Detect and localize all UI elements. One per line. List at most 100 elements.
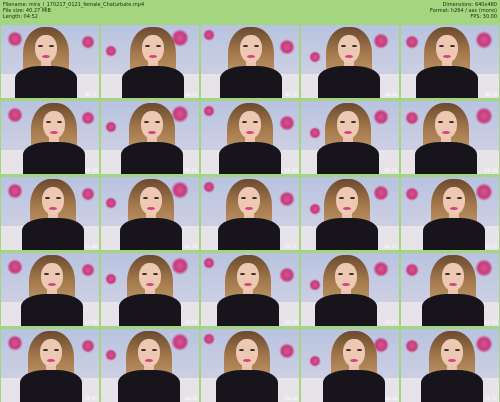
wallpaper-flower (81, 111, 95, 125)
face-shape (142, 35, 164, 63)
face-shape (338, 35, 360, 63)
eye-shape (351, 121, 356, 123)
eye-shape (152, 349, 157, 351)
timestamp-label: 04:05 (84, 396, 97, 401)
robe-shape (220, 66, 282, 98)
robe-shape (22, 218, 84, 250)
lips-shape (48, 283, 56, 286)
wallpaper-flower (309, 203, 321, 215)
wallpaper-flower (475, 107, 493, 125)
eye-shape (439, 45, 444, 47)
eye-shape (142, 273, 147, 275)
eye-shape (239, 349, 244, 351)
wallpaper-flower (279, 267, 295, 283)
video-thumbnail: 02:20 (101, 177, 199, 250)
face-shape (335, 263, 357, 291)
file-info-left: Filename: mira_l_170217_0121_female_Chat… (3, 2, 144, 20)
face-shape (41, 263, 63, 291)
face-shape (337, 111, 359, 139)
wallpaper-flower (105, 349, 117, 361)
lips-shape (147, 207, 155, 210)
wallpaper-flower (81, 187, 95, 201)
eye-shape (446, 197, 451, 199)
robe-shape (119, 294, 181, 326)
face-shape (442, 263, 464, 291)
eye-shape (141, 349, 146, 351)
timestamp-label: 02:43 (384, 244, 397, 249)
video-thumbnail: 03:30 (201, 253, 299, 326)
face-shape (443, 187, 465, 215)
wallpaper-flower (279, 191, 295, 207)
eye-shape (444, 349, 449, 351)
eye-shape (38, 45, 43, 47)
eye-shape (55, 273, 60, 275)
wallpaper-flower (81, 35, 95, 49)
lips-shape (345, 55, 353, 58)
eye-shape (57, 121, 62, 123)
eye-shape (445, 273, 450, 275)
wallpaper-flower (373, 185, 389, 201)
wallpaper-flower (171, 181, 189, 199)
wallpaper-flower (475, 31, 493, 49)
lips-shape (47, 359, 55, 362)
timestamp-label: 03:30 (284, 320, 297, 325)
robe-shape (23, 142, 85, 174)
eye-shape (54, 349, 59, 351)
robe-shape (316, 218, 378, 250)
robe-shape (416, 66, 478, 98)
eye-shape (449, 121, 454, 123)
lips-shape (50, 131, 58, 134)
wallpaper-flower (203, 29, 215, 41)
timestamp-label: 00:23 (184, 92, 197, 97)
lips-shape (243, 359, 251, 362)
video-thumbnail: 00:58 (401, 25, 499, 98)
eye-shape (156, 45, 161, 47)
wallpaper-flower (105, 273, 117, 285)
robe-shape (423, 218, 485, 250)
eye-shape (339, 197, 344, 199)
eye-shape (455, 349, 460, 351)
timestamp-label: 04:28 (284, 396, 297, 401)
face-shape (42, 187, 64, 215)
eye-shape (240, 273, 245, 275)
video-thumbnail: 02:31 (201, 177, 299, 250)
lips-shape (247, 55, 255, 58)
wallpaper-flower (309, 279, 321, 291)
lips-shape (146, 283, 154, 286)
timestamp-label: 02:55 (484, 244, 497, 249)
eye-shape (346, 349, 351, 351)
wallpaper-flower (373, 109, 389, 125)
face-shape (441, 339, 463, 367)
robe-shape (315, 294, 377, 326)
wallpaper-flower (7, 183, 23, 199)
video-thumbnail: 04:40 (301, 329, 399, 402)
robe-shape (120, 218, 182, 250)
lips-shape (449, 283, 457, 286)
timestamp-label: 01:10 (84, 168, 97, 173)
timestamp-label: 04:40 (384, 396, 397, 401)
wallpaper-flower (309, 51, 321, 63)
eye-shape (340, 121, 345, 123)
lips-shape (344, 131, 352, 134)
timestamp-label: 01:33 (284, 168, 297, 173)
eye-shape (338, 273, 343, 275)
eye-shape (145, 45, 150, 47)
wallpaper-flower (81, 339, 95, 353)
face-shape (237, 263, 259, 291)
timestamp-label: 02:08 (84, 244, 97, 249)
robe-shape (318, 66, 380, 98)
wallpaper-flower (405, 111, 419, 125)
timestamp-label: 03:06 (84, 320, 97, 325)
eye-shape (154, 197, 159, 199)
timestamp-label: 02:31 (284, 244, 297, 249)
eye-shape (352, 45, 357, 47)
eye-shape (341, 45, 346, 47)
eye-shape (144, 121, 149, 123)
lips-shape (42, 55, 50, 58)
eye-shape (250, 349, 255, 351)
robe-shape (15, 66, 77, 98)
eye-shape (254, 45, 259, 47)
lips-shape (245, 207, 253, 210)
wallpaper-flower (475, 183, 493, 201)
robe-shape (323, 370, 385, 402)
